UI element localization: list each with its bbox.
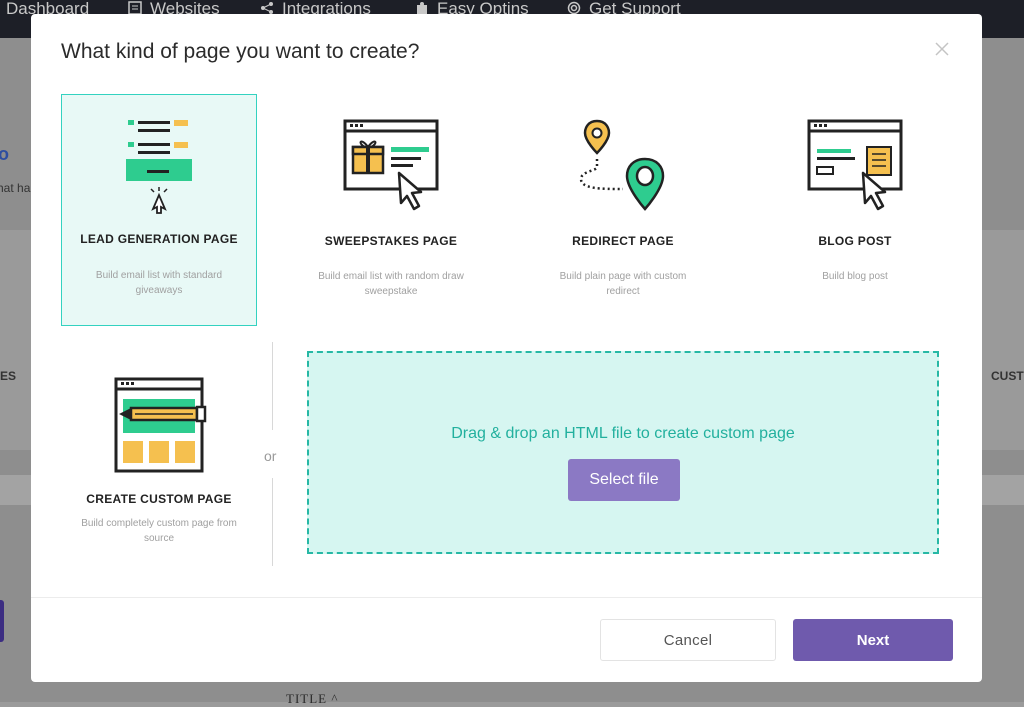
card-title: SWEEPSTAKES PAGE (324, 234, 458, 248)
card-description: Build blog post (822, 271, 888, 282)
lifebuoy-icon (567, 1, 581, 15)
card-title: CREATE CUSTOM PAGE (86, 492, 232, 506)
cancel-button[interactable]: Cancel (600, 619, 776, 661)
card-title: REDIRECT PAGE (572, 234, 674, 248)
websites-icon (128, 1, 142, 15)
card-create-custom-page[interactable]: CREATE CUSTOM PAGE Build completely cust… (61, 352, 257, 572)
background-button (0, 600, 4, 642)
create-page-modal: What kind of page you want to create? LE… (31, 14, 982, 682)
background-right-label: CUST (991, 369, 1024, 383)
puzzle-icon (417, 2, 427, 14)
card-blog-post[interactable]: BLOG POST Build blog post (757, 94, 953, 326)
divider (272, 478, 273, 566)
or-separator: or (264, 448, 277, 464)
dropzone-text: Drag & drop an HTML file to create custo… (451, 425, 795, 442)
footer-divider (31, 597, 982, 598)
card-title: BLOG POST (818, 234, 892, 248)
lead-generation-icon (126, 120, 192, 214)
card-description: Build email list with standard giveaways (95, 270, 223, 296)
card-redirect-page[interactable]: REDIRECT PAGE Build plain page with cust… (525, 94, 721, 326)
custom-page-icon (114, 377, 207, 473)
redirect-icon (579, 119, 665, 211)
card-description: Build completely custom page from source (81, 518, 237, 544)
sweepstakes-icon (343, 119, 439, 211)
blog-post-icon (807, 119, 903, 211)
card-description: Build plain page with custom redirect (559, 271, 687, 297)
close-icon[interactable] (931, 38, 953, 60)
select-file-button[interactable]: Select file (568, 459, 680, 501)
html-dropzone[interactable]: Drag & drop an HTML file to create custo… (307, 351, 939, 554)
next-button[interactable]: Next (793, 619, 953, 661)
background-left-label: ES (0, 369, 17, 383)
card-lead-generation-page[interactable]: LEAD GENERATION PAGE Build email list wi… (61, 94, 257, 326)
divider (272, 342, 273, 430)
card-title: LEAD GENERATION PAGE (80, 232, 238, 246)
share-icon (261, 2, 273, 14)
card-description: Build email list with random draw sweeps… (318, 271, 464, 297)
background-subtext: hat ha (0, 181, 31, 195)
background-column-title: TITLE ^ (286, 691, 339, 706)
modal-title: What kind of page you want to create? (61, 40, 420, 63)
background-heading: o (0, 144, 9, 164)
card-sweepstakes-page[interactable]: SWEEPSTAKES PAGE Build email list with r… (293, 94, 489, 326)
